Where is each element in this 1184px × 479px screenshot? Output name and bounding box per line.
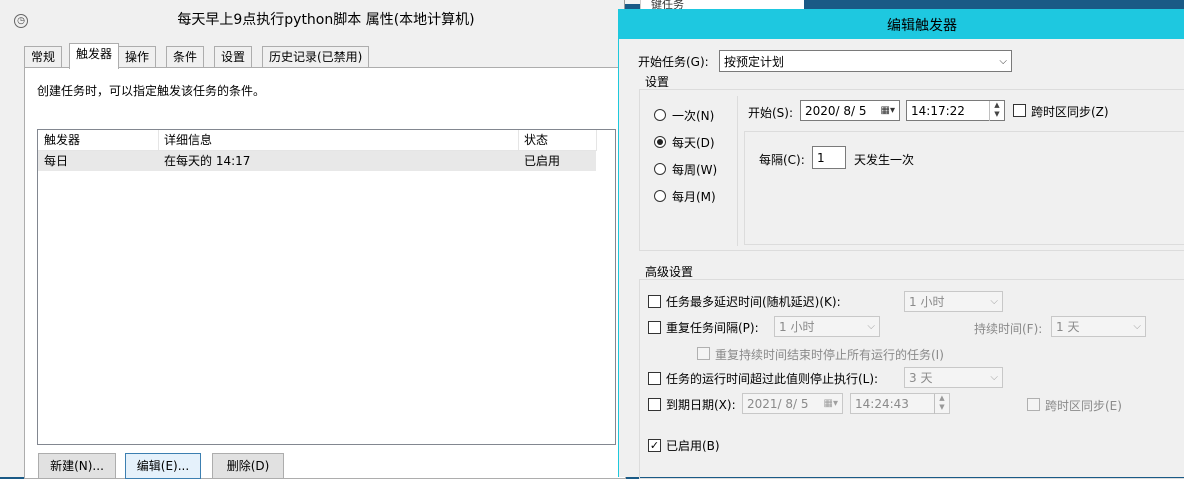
column-header-status[interactable]: 状态 bbox=[518, 130, 597, 151]
recurrence-group bbox=[744, 131, 1184, 245]
radio-weekly[interactable] bbox=[654, 163, 666, 175]
column-header-trigger[interactable]: 触发器 bbox=[38, 130, 159, 151]
radio-daily-label: 每天(D) bbox=[672, 136, 715, 150]
start-time-value: 14:17:22 bbox=[911, 104, 965, 118]
chevron-down-icon: ⌵ bbox=[1133, 321, 1141, 332]
chevron-down-icon: ⌵ bbox=[990, 296, 998, 307]
chevron-down-icon: ⌵ bbox=[867, 321, 875, 332]
enabled-label: 已启用(B) bbox=[666, 439, 720, 453]
advanced-header: 高级设置 bbox=[645, 265, 694, 279]
trigger-cell: 每日 bbox=[44, 154, 69, 168]
new-button[interactable]: 新建(N)... bbox=[38, 453, 116, 479]
delete-button[interactable]: 删除(D) bbox=[212, 453, 284, 479]
chevron-down-icon: ⌵ bbox=[990, 372, 998, 383]
repeat-label: 重复任务间隔(P): bbox=[666, 321, 759, 335]
radio-monthly-label: 每月(M) bbox=[672, 190, 716, 204]
dialog-title: 编辑触发器 bbox=[887, 18, 957, 34]
triggers-description: 创建任务时，可以指定触发该任务的条件。 bbox=[37, 84, 266, 98]
dialog-title-bar: 编辑触发器 bbox=[619, 9, 1184, 39]
time-spinner-icon[interactable]: ▲ ▼ bbox=[934, 394, 949, 414]
desktop-background bbox=[804, 0, 1184, 9]
window-title: 每天早上9点执行python脚本 属性(本地计算机) bbox=[177, 12, 475, 28]
recur-suffix: 天发生一次 bbox=[854, 153, 915, 167]
tab-actions[interactable]: 操作 bbox=[118, 46, 157, 67]
sync-timezone-checkbox[interactable] bbox=[1013, 104, 1026, 117]
stop-if-label: 任务的运行时间超过此值则停止执行(L): bbox=[666, 372, 879, 386]
enabled-checkbox[interactable]: ✓ bbox=[648, 439, 661, 452]
recur-input[interactable]: 1 bbox=[812, 146, 846, 169]
dialog-body: 开始任务(G): 按预定计划 ⌵ 设置 一次(N) 每天(D) 每周(W) 每月… bbox=[619, 39, 1184, 479]
tab-settings[interactable]: 设置 bbox=[214, 46, 253, 67]
expire-date-picker[interactable]: 2021/ 8/ 5 ▦▾ bbox=[742, 393, 843, 414]
start-label: 开始(S): bbox=[748, 106, 794, 120]
tab-triggers[interactable]: 触发器 bbox=[69, 43, 120, 69]
calendar-icon: ▦▾ bbox=[880, 105, 895, 116]
tab-conditions[interactable]: 条件 bbox=[166, 46, 205, 67]
details-cell: 在每天的 14:17 bbox=[164, 154, 251, 168]
expire-sync-checkbox[interactable] bbox=[1027, 398, 1040, 411]
delay-checkbox[interactable] bbox=[648, 295, 661, 308]
start-date-picker[interactable]: 2020/ 8/ 5 ▦▾ bbox=[800, 100, 900, 121]
expire-time-input[interactable]: 14:24:43 ▲ ▼ bbox=[850, 393, 950, 414]
duration-label: 持续时间(F): bbox=[974, 322, 1043, 336]
chevron-down-icon: ⌵ bbox=[999, 56, 1007, 67]
radio-monthly[interactable] bbox=[654, 190, 666, 202]
table-row[interactable]: 每日 在每天的 14:17 已启用 bbox=[38, 151, 596, 171]
delay-value: 1 小时 bbox=[909, 295, 945, 309]
expire-date-value: 2021/ 8/ 5 bbox=[747, 397, 809, 411]
edit-button[interactable]: 编辑(E)... bbox=[125, 453, 201, 479]
radio-daily[interactable] bbox=[654, 136, 666, 148]
status-cell: 已启用 bbox=[524, 154, 561, 168]
divider bbox=[737, 96, 738, 246]
expire-checkbox[interactable] bbox=[648, 398, 661, 411]
repeat-select[interactable]: 1 小时 ⌵ bbox=[774, 316, 880, 337]
radio-weekly-label: 每周(W) bbox=[672, 163, 718, 177]
delay-label: 任务最多延迟时间(随机延迟)(K): bbox=[666, 295, 841, 309]
stop-if-checkbox[interactable] bbox=[648, 372, 661, 385]
edit-trigger-dialog: 编辑触发器 开始任务(G): 按预定计划 ⌵ 设置 一次(N) 每天(D) 每周… bbox=[618, 9, 1184, 479]
duration-value: 1 天 bbox=[1056, 320, 1080, 334]
start-time-input[interactable]: 14:17:22 ▲ ▼ bbox=[906, 100, 1005, 121]
tab-general[interactable]: 常规 bbox=[24, 46, 63, 67]
begin-task-select[interactable]: 按预定计划 ⌵ bbox=[719, 50, 1012, 72]
stop-all-label: 重复持续时间结束时停止所有运行的任务(I) bbox=[715, 348, 944, 362]
column-header-details[interactable]: 详细信息 bbox=[158, 130, 519, 151]
sync-timezone-label: 跨时区同步(Z) bbox=[1031, 105, 1109, 119]
task-properties-window: ◷ 每天早上9点执行python脚本 属性(本地计算机) 常规 触发器 操作 条… bbox=[0, 0, 626, 479]
stop-all-checkbox[interactable] bbox=[697, 347, 710, 360]
start-date-value: 2020/ 8/ 5 bbox=[805, 104, 867, 118]
expire-label: 到期日期(X): bbox=[666, 398, 736, 412]
tab-history[interactable]: 历史记录(已禁用) bbox=[262, 46, 370, 67]
expire-sync-label: 跨时区同步(E) bbox=[1045, 399, 1122, 413]
repeat-value: 1 小时 bbox=[779, 320, 815, 334]
begin-task-value: 按预定计划 bbox=[724, 55, 785, 69]
calendar-icon: ▦▾ bbox=[823, 398, 838, 409]
background-window: 键任务 bbox=[640, 0, 805, 11]
radio-once-label: 一次(N) bbox=[672, 109, 715, 123]
recur-label: 每隔(C): bbox=[759, 153, 805, 167]
expire-time-value: 14:24:43 bbox=[855, 397, 909, 411]
delay-select[interactable]: 1 小时 ⌵ bbox=[904, 291, 1003, 312]
time-spinner-icon[interactable]: ▲ ▼ bbox=[989, 101, 1004, 121]
settings-header: 设置 bbox=[645, 75, 670, 89]
radio-once[interactable] bbox=[654, 109, 666, 121]
duration-select[interactable]: 1 天 ⌵ bbox=[1051, 316, 1146, 337]
stop-if-value: 3 天 bbox=[909, 371, 933, 385]
triggers-table: 触发器 详细信息 状态 每日 在每天的 14:17 已启用 bbox=[37, 129, 616, 445]
begin-task-label: 开始任务(G): bbox=[638, 55, 709, 69]
repeat-checkbox[interactable] bbox=[648, 321, 661, 334]
title-bar: ◷ 每天早上9点执行python脚本 属性(本地计算机) bbox=[0, 4, 624, 32]
stop-if-select[interactable]: 3 天 ⌵ bbox=[904, 367, 1003, 388]
